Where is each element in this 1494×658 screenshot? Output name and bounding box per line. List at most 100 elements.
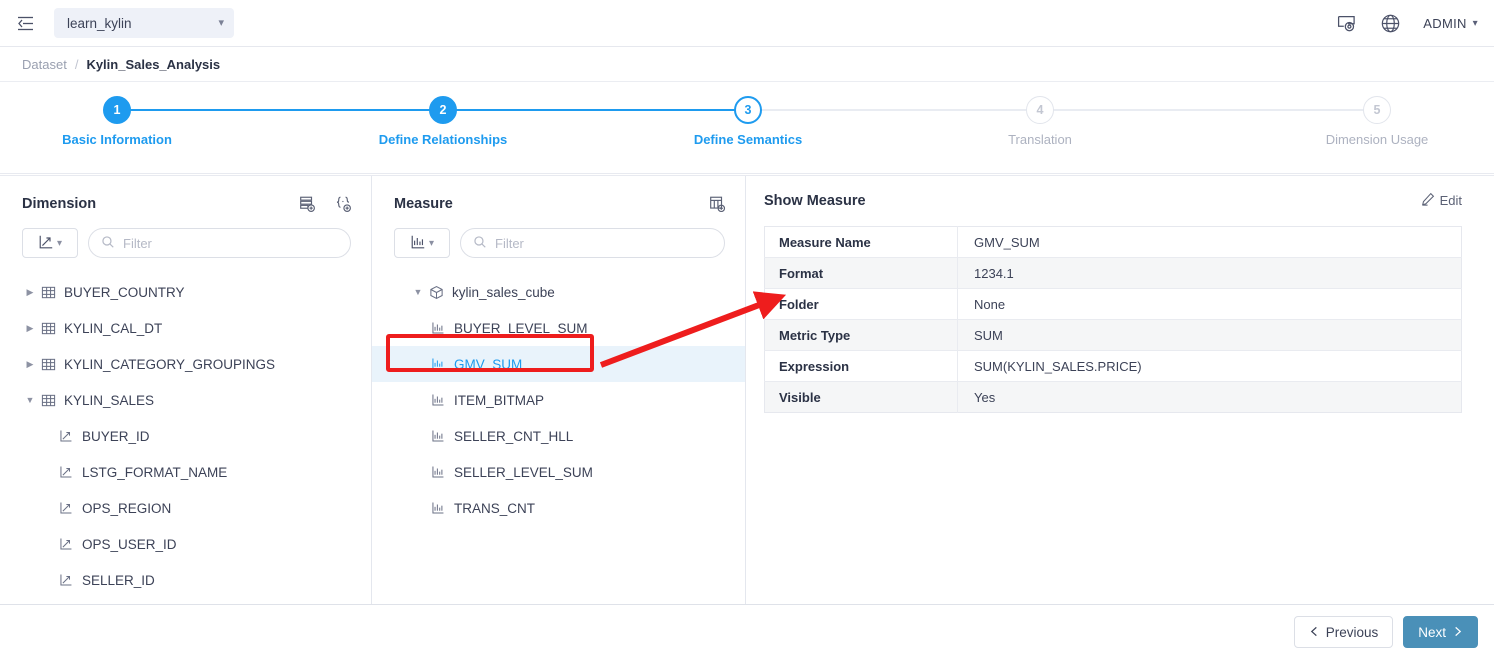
add-dimension-table-icon[interactable]	[297, 194, 317, 214]
measure-list-item-selected[interactable]: GMV_SUM	[372, 346, 745, 382]
add-measure-icon[interactable]	[707, 194, 727, 214]
dimension-tree-field-row[interactable]: OPS_USER_ID	[0, 526, 371, 562]
table-icon	[38, 393, 58, 408]
measure-cube-row[interactable]: ▼ kylin_sales_cube	[372, 274, 745, 310]
measure-list-item-label: SELLER_LEVEL_SUM	[454, 465, 593, 480]
monitor-query-icon[interactable]	[1335, 12, 1357, 34]
detail-key: Metric Type	[765, 320, 958, 351]
wizard-footer: Previous Next	[0, 606, 1494, 658]
stepper-step-4[interactable]: 4 Translation	[950, 96, 1130, 147]
measure-list-item-label: TRANS_CNT	[454, 501, 535, 516]
dimension-axis-icon	[38, 234, 54, 253]
dimension-tree-field-row[interactable]: OPS_REGION	[0, 490, 371, 526]
stepper-step-1[interactable]: 1 Basic Information	[27, 96, 207, 147]
dimension-panel-title: Dimension	[22, 196, 96, 212]
dimension-tree-field-row[interactable]: LSTG_FORMAT_NAME	[0, 454, 371, 490]
table-row: Measure Name GMV_SUM	[765, 227, 1462, 258]
dimension-tree-table-row[interactable]: ▶ KYLIN_CAL_DT	[0, 310, 371, 346]
table-icon	[38, 321, 58, 336]
breadcrumb: Dataset / Kylin_Sales_Analysis	[0, 47, 1494, 82]
stepper-step-4-label: Translation	[950, 132, 1130, 147]
chevron-left-icon	[1309, 625, 1320, 640]
measure-filter-row: ▾ Filter	[372, 216, 745, 258]
show-measure-title: Show Measure	[764, 193, 866, 209]
dimension-filter-input[interactable]: Filter	[88, 228, 351, 258]
dimension-axis-icon	[56, 537, 76, 551]
measure-list-item[interactable]: ITEM_BITMAP	[372, 382, 745, 418]
measure-list-item[interactable]: SELLER_CNT_HLL	[372, 418, 745, 454]
table-row: Metric Type SUM	[765, 320, 1462, 351]
dimension-tree-label: BUYER_ID	[82, 429, 150, 444]
dimension-tree-table-row-expanded[interactable]: ▼ KYLIN_SALES	[0, 382, 371, 418]
dimension-tree-field-row[interactable]: SELLER_ID	[0, 562, 371, 598]
edit-measure-button[interactable]: Edit	[1421, 192, 1462, 209]
previous-button[interactable]: Previous	[1294, 616, 1394, 648]
measure-list-item[interactable]: TRANS_CNT	[372, 490, 745, 526]
next-button[interactable]: Next	[1403, 616, 1478, 648]
project-selector-value: learn_kylin	[67, 16, 132, 31]
dimension-tree-label: BUYER_COUNTRY	[64, 285, 185, 300]
chevron-down-icon: ▾	[57, 238, 62, 249]
dimension-panel: Dimension	[0, 176, 372, 604]
stepper-step-2[interactable]: 2 Define Relationships	[353, 96, 533, 147]
table-icon	[38, 285, 58, 300]
language-globe-icon[interactable]	[1379, 12, 1401, 34]
pencil-icon	[1421, 192, 1435, 209]
detail-key: Format	[765, 258, 958, 289]
search-icon	[473, 235, 487, 252]
stepper-step-3[interactable]: 3 Define Semantics	[658, 96, 838, 147]
chevron-down-icon[interactable]: ▼	[22, 395, 38, 405]
measure-bar-icon	[428, 429, 448, 443]
dimension-axis-icon	[56, 501, 76, 515]
detail-value: SUM(KYLIN_SALES.PRICE)	[958, 351, 1462, 382]
user-menu[interactable]: ADMIN ▾	[1423, 16, 1478, 31]
stepper-step-4-number: 4	[1026, 96, 1054, 124]
semantics-panels: Dimension	[0, 175, 1494, 605]
dimension-tree-table-row[interactable]: ▶ KYLIN_CATEGORY_GROUPINGS	[0, 346, 371, 382]
chevron-right-icon[interactable]: ▶	[22, 323, 38, 334]
measure-panel-actions	[707, 194, 727, 214]
detail-key: Visible	[765, 382, 958, 413]
measure-list-item-label: ITEM_BITMAP	[454, 393, 544, 408]
next-button-label: Next	[1418, 625, 1446, 640]
measure-filter-input[interactable]: Filter	[460, 228, 725, 258]
previous-button-label: Previous	[1326, 625, 1379, 640]
chevron-right-icon[interactable]: ▶	[22, 359, 38, 370]
measure-bar-icon	[428, 357, 448, 371]
dimension-tree-label: OPS_USER_ID	[82, 537, 177, 552]
measure-list-item[interactable]: BUYER_LEVEL_SUM	[372, 310, 745, 346]
chevron-right-icon	[1452, 625, 1463, 640]
chevron-down-icon[interactable]: ▼	[410, 287, 426, 297]
measure-bar-icon	[428, 465, 448, 479]
measure-list-item-label: GMV_SUM	[454, 357, 522, 372]
chevron-right-icon[interactable]: ▶	[22, 287, 38, 298]
stepper-connector-4	[1040, 109, 1377, 111]
dimension-tree-label: LSTG_FORMAT_NAME	[82, 465, 227, 480]
measure-panel: Measure	[372, 176, 746, 604]
add-named-set-icon[interactable]	[333, 194, 353, 214]
dimension-tree-table-row[interactable]: ▶ BUYER_COUNTRY	[0, 274, 371, 310]
breadcrumb-root[interactable]: Dataset	[22, 57, 67, 72]
breadcrumb-separator: /	[75, 57, 79, 72]
dimension-type-select[interactable]: ▾	[22, 228, 78, 258]
dimension-axis-icon	[56, 429, 76, 443]
dimension-filter-placeholder: Filter	[123, 236, 152, 251]
top-bar: learn_kylin ▾ ADMIN ▾	[0, 0, 1494, 47]
detail-value: 1234.1	[958, 258, 1462, 289]
dimension-tree-label: SELLER_ID	[82, 573, 155, 588]
dimension-tree-field-row[interactable]: TRANS_ID	[0, 598, 371, 604]
measure-filter-placeholder: Filter	[495, 236, 524, 251]
detail-value: GMV_SUM	[958, 227, 1462, 258]
detail-value: Yes	[958, 382, 1462, 413]
measure-list-item[interactable]: SELLER_LEVEL_SUM	[372, 454, 745, 490]
stepper-step-1-number: 1	[103, 96, 131, 124]
measure-type-select[interactable]: ▾	[394, 228, 450, 258]
collapse-sidebar-icon[interactable]	[14, 12, 36, 34]
stepper-step-3-number: 3	[734, 96, 762, 124]
detail-key: Expression	[765, 351, 958, 382]
dimension-tree-field-row[interactable]: BUYER_ID	[0, 418, 371, 454]
dimension-panel-actions	[297, 194, 353, 214]
stepper-step-5[interactable]: 5 Dimension Usage	[1287, 96, 1467, 147]
stepper-step-5-number: 5	[1363, 96, 1391, 124]
project-selector[interactable]: learn_kylin ▾	[54, 8, 234, 38]
